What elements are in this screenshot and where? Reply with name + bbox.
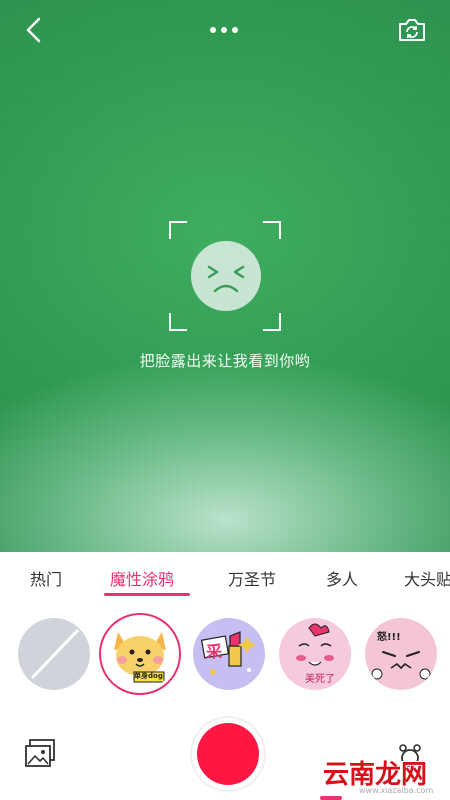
bottom-controls [0,710,450,800]
no-effect-icon [30,628,80,680]
shutter-inner [197,723,259,785]
sticker-lip-text: 采 [206,642,223,661]
angry-doodle-icon [371,651,431,680]
tab-hot[interactable]: 热门 [30,566,62,590]
face-detection-frame [169,221,281,331]
sticker-dog-text: 单身dog [134,672,163,680]
lipstick-doodle-icon [200,631,256,675]
tab-multiplayer[interactable]: 多人 [326,566,358,590]
more-dots-icon [210,27,238,33]
sticker-none[interactable] [18,618,90,690]
sticker-dog[interactable]: 单身dog [104,618,176,690]
image-gallery-icon [25,739,55,767]
camera-flip-icon [399,19,425,41]
more-button[interactable] [204,12,244,48]
camera-preview: 把脸露出来让我看到你哟 [0,0,450,552]
frame-corner [169,313,187,331]
back-button[interactable] [14,12,54,48]
switch-camera-button[interactable] [392,12,432,48]
tab-doodle[interactable]: 魔性涂鸦 [110,566,174,590]
sticker-girl[interactable]: 美死了 [279,618,351,690]
shutter-button[interactable] [192,718,264,790]
gallery-button[interactable] [22,738,58,770]
sticker-lipstick[interactable]: 采 [193,618,265,690]
active-tab-indicator [104,593,190,596]
tab-halloween[interactable]: 万圣节 [228,566,276,590]
sticker-angry[interactable]: 怒!!! [365,618,437,690]
chevron-left-icon [26,17,41,43]
sad-face-icon [191,241,261,311]
pet-mode-button[interactable] [395,740,425,770]
sticker-girl-text: 美死了 [305,674,335,685]
paw-icon [399,744,421,767]
filter-tabs: 热门 魔性涂鸦 万圣节 多人 大头贴 [0,552,450,599]
frame-corner [263,221,281,239]
tab-photo-sticker[interactable]: 大头贴 [404,566,450,590]
sticker-row: 单身dog 采 美死了 怒!!! [0,598,450,710]
frame-corner [169,221,187,239]
frame-corner [263,313,281,331]
sticker-angry-text: 怒!!! [377,632,401,643]
face-hint-text: 把脸露出来让我看到你哟 [139,352,311,370]
mode-indicator [320,796,342,800]
